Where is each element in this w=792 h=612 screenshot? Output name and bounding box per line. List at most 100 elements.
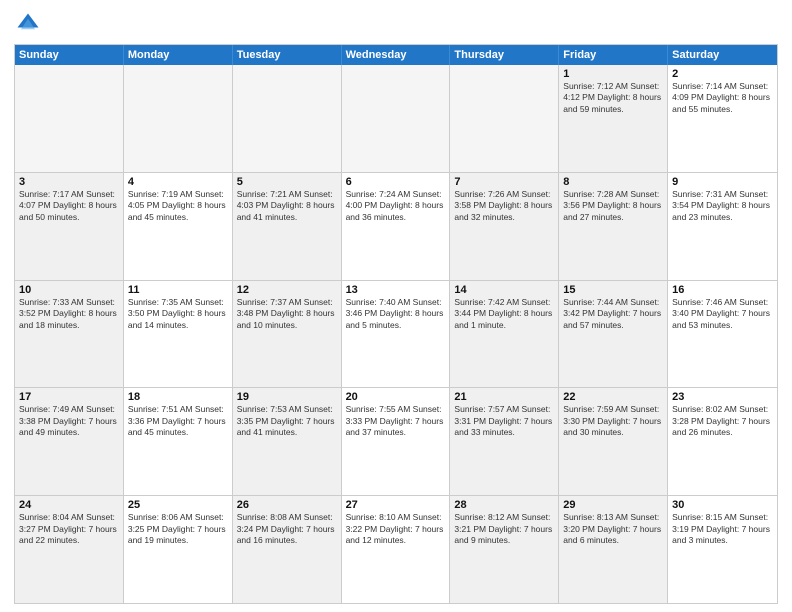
day-cell-20: 20Sunrise: 7:55 AM Sunset: 3:33 PM Dayli… xyxy=(342,388,451,495)
day-info: Sunrise: 8:10 AM Sunset: 3:22 PM Dayligh… xyxy=(346,512,446,546)
day-info: Sunrise: 7:51 AM Sunset: 3:36 PM Dayligh… xyxy=(128,404,228,438)
day-info: Sunrise: 8:13 AM Sunset: 3:20 PM Dayligh… xyxy=(563,512,663,546)
day-info: Sunrise: 7:42 AM Sunset: 3:44 PM Dayligh… xyxy=(454,297,554,331)
day-number: 10 xyxy=(19,284,119,296)
day-number: 29 xyxy=(563,499,663,511)
day-info: Sunrise: 7:12 AM Sunset: 4:12 PM Dayligh… xyxy=(563,81,663,115)
day-cell-4: 4Sunrise: 7:19 AM Sunset: 4:05 PM Daylig… xyxy=(124,173,233,280)
day-info: Sunrise: 7:26 AM Sunset: 3:58 PM Dayligh… xyxy=(454,189,554,223)
day-number: 17 xyxy=(19,391,119,403)
day-cell-28: 28Sunrise: 8:12 AM Sunset: 3:21 PM Dayli… xyxy=(450,496,559,603)
day-number: 11 xyxy=(128,284,228,296)
day-number: 9 xyxy=(672,176,773,188)
day-info: Sunrise: 7:57 AM Sunset: 3:31 PM Dayligh… xyxy=(454,404,554,438)
day-number: 4 xyxy=(128,176,228,188)
day-number: 24 xyxy=(19,499,119,511)
day-number: 7 xyxy=(454,176,554,188)
day-number: 5 xyxy=(237,176,337,188)
weekday-header-monday: Monday xyxy=(124,45,233,65)
day-cell-12: 12Sunrise: 7:37 AM Sunset: 3:48 PM Dayli… xyxy=(233,281,342,388)
day-info: Sunrise: 7:17 AM Sunset: 4:07 PM Dayligh… xyxy=(19,189,119,223)
day-info: Sunrise: 7:44 AM Sunset: 3:42 PM Dayligh… xyxy=(563,297,663,331)
calendar-row-0: 1Sunrise: 7:12 AM Sunset: 4:12 PM Daylig… xyxy=(15,65,777,172)
empty-cell-r0c4 xyxy=(450,65,559,172)
day-cell-16: 16Sunrise: 7:46 AM Sunset: 3:40 PM Dayli… xyxy=(668,281,777,388)
empty-cell-r0c3 xyxy=(342,65,451,172)
day-info: Sunrise: 8:06 AM Sunset: 3:25 PM Dayligh… xyxy=(128,512,228,546)
day-cell-10: 10Sunrise: 7:33 AM Sunset: 3:52 PM Dayli… xyxy=(15,281,124,388)
day-cell-5: 5Sunrise: 7:21 AM Sunset: 4:03 PM Daylig… xyxy=(233,173,342,280)
day-number: 21 xyxy=(454,391,554,403)
day-cell-9: 9Sunrise: 7:31 AM Sunset: 3:54 PM Daylig… xyxy=(668,173,777,280)
day-cell-24: 24Sunrise: 8:04 AM Sunset: 3:27 PM Dayli… xyxy=(15,496,124,603)
day-cell-2: 2Sunrise: 7:14 AM Sunset: 4:09 PM Daylig… xyxy=(668,65,777,172)
empty-cell-r0c0 xyxy=(15,65,124,172)
day-number: 1 xyxy=(563,68,663,80)
day-number: 20 xyxy=(346,391,446,403)
day-number: 3 xyxy=(19,176,119,188)
day-cell-18: 18Sunrise: 7:51 AM Sunset: 3:36 PM Dayli… xyxy=(124,388,233,495)
calendar-row-2: 10Sunrise: 7:33 AM Sunset: 3:52 PM Dayli… xyxy=(15,280,777,388)
day-number: 27 xyxy=(346,499,446,511)
day-cell-1: 1Sunrise: 7:12 AM Sunset: 4:12 PM Daylig… xyxy=(559,65,668,172)
calendar-header: SundayMondayTuesdayWednesdayThursdayFrid… xyxy=(15,45,777,65)
calendar: SundayMondayTuesdayWednesdayThursdayFrid… xyxy=(14,44,778,604)
day-cell-22: 22Sunrise: 7:59 AM Sunset: 3:30 PM Dayli… xyxy=(559,388,668,495)
day-number: 15 xyxy=(563,284,663,296)
day-number: 23 xyxy=(672,391,773,403)
day-number: 30 xyxy=(672,499,773,511)
weekday-header-saturday: Saturday xyxy=(668,45,777,65)
day-cell-21: 21Sunrise: 7:57 AM Sunset: 3:31 PM Dayli… xyxy=(450,388,559,495)
logo-icon xyxy=(14,10,42,38)
day-cell-25: 25Sunrise: 8:06 AM Sunset: 3:25 PM Dayli… xyxy=(124,496,233,603)
day-cell-17: 17Sunrise: 7:49 AM Sunset: 3:38 PM Dayli… xyxy=(15,388,124,495)
day-info: Sunrise: 7:14 AM Sunset: 4:09 PM Dayligh… xyxy=(672,81,773,115)
weekday-header-thursday: Thursday xyxy=(450,45,559,65)
day-cell-27: 27Sunrise: 8:10 AM Sunset: 3:22 PM Dayli… xyxy=(342,496,451,603)
day-number: 8 xyxy=(563,176,663,188)
logo xyxy=(14,10,44,38)
day-number: 16 xyxy=(672,284,773,296)
calendar-row-1: 3Sunrise: 7:17 AM Sunset: 4:07 PM Daylig… xyxy=(15,172,777,280)
day-info: Sunrise: 7:55 AM Sunset: 3:33 PM Dayligh… xyxy=(346,404,446,438)
day-number: 18 xyxy=(128,391,228,403)
day-number: 26 xyxy=(237,499,337,511)
day-number: 6 xyxy=(346,176,446,188)
day-cell-19: 19Sunrise: 7:53 AM Sunset: 3:35 PM Dayli… xyxy=(233,388,342,495)
day-number: 22 xyxy=(563,391,663,403)
day-number: 25 xyxy=(128,499,228,511)
day-cell-11: 11Sunrise: 7:35 AM Sunset: 3:50 PM Dayli… xyxy=(124,281,233,388)
day-cell-30: 30Sunrise: 8:15 AM Sunset: 3:19 PM Dayli… xyxy=(668,496,777,603)
day-info: Sunrise: 7:33 AM Sunset: 3:52 PM Dayligh… xyxy=(19,297,119,331)
day-number: 28 xyxy=(454,499,554,511)
day-info: Sunrise: 8:08 AM Sunset: 3:24 PM Dayligh… xyxy=(237,512,337,546)
day-cell-3: 3Sunrise: 7:17 AM Sunset: 4:07 PM Daylig… xyxy=(15,173,124,280)
calendar-body: 1Sunrise: 7:12 AM Sunset: 4:12 PM Daylig… xyxy=(15,65,777,603)
day-info: Sunrise: 7:49 AM Sunset: 3:38 PM Dayligh… xyxy=(19,404,119,438)
day-info: Sunrise: 7:31 AM Sunset: 3:54 PM Dayligh… xyxy=(672,189,773,223)
day-info: Sunrise: 7:46 AM Sunset: 3:40 PM Dayligh… xyxy=(672,297,773,331)
day-cell-29: 29Sunrise: 8:13 AM Sunset: 3:20 PM Dayli… xyxy=(559,496,668,603)
day-info: Sunrise: 7:21 AM Sunset: 4:03 PM Dayligh… xyxy=(237,189,337,223)
day-cell-8: 8Sunrise: 7:28 AM Sunset: 3:56 PM Daylig… xyxy=(559,173,668,280)
day-number: 12 xyxy=(237,284,337,296)
day-info: Sunrise: 7:53 AM Sunset: 3:35 PM Dayligh… xyxy=(237,404,337,438)
day-cell-13: 13Sunrise: 7:40 AM Sunset: 3:46 PM Dayli… xyxy=(342,281,451,388)
day-cell-15: 15Sunrise: 7:44 AM Sunset: 3:42 PM Dayli… xyxy=(559,281,668,388)
header xyxy=(14,10,778,38)
day-cell-7: 7Sunrise: 7:26 AM Sunset: 3:58 PM Daylig… xyxy=(450,173,559,280)
day-info: Sunrise: 7:59 AM Sunset: 3:30 PM Dayligh… xyxy=(563,404,663,438)
weekday-header-tuesday: Tuesday xyxy=(233,45,342,65)
day-info: Sunrise: 8:02 AM Sunset: 3:28 PM Dayligh… xyxy=(672,404,773,438)
calendar-row-3: 17Sunrise: 7:49 AM Sunset: 3:38 PM Dayli… xyxy=(15,387,777,495)
day-info: Sunrise: 8:15 AM Sunset: 3:19 PM Dayligh… xyxy=(672,512,773,546)
calendar-row-4: 24Sunrise: 8:04 AM Sunset: 3:27 PM Dayli… xyxy=(15,495,777,603)
day-info: Sunrise: 7:35 AM Sunset: 3:50 PM Dayligh… xyxy=(128,297,228,331)
day-info: Sunrise: 7:19 AM Sunset: 4:05 PM Dayligh… xyxy=(128,189,228,223)
weekday-header-sunday: Sunday xyxy=(15,45,124,65)
day-cell-26: 26Sunrise: 8:08 AM Sunset: 3:24 PM Dayli… xyxy=(233,496,342,603)
day-cell-14: 14Sunrise: 7:42 AM Sunset: 3:44 PM Dayli… xyxy=(450,281,559,388)
empty-cell-r0c1 xyxy=(124,65,233,172)
day-info: Sunrise: 8:04 AM Sunset: 3:27 PM Dayligh… xyxy=(19,512,119,546)
day-number: 2 xyxy=(672,68,773,80)
